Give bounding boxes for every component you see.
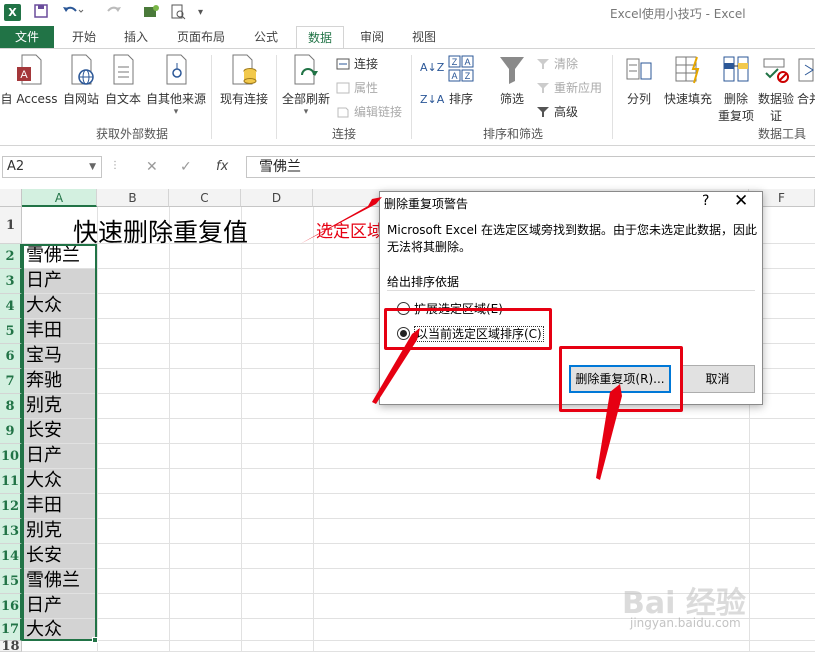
baidu-watermark-url: jingyan.baidu.com	[630, 616, 741, 630]
arrow-to-option	[372, 328, 420, 404]
arrow-to-button	[596, 384, 622, 480]
arrow-to-dialog-title	[300, 197, 382, 244]
annotation-arrows	[300, 197, 622, 480]
